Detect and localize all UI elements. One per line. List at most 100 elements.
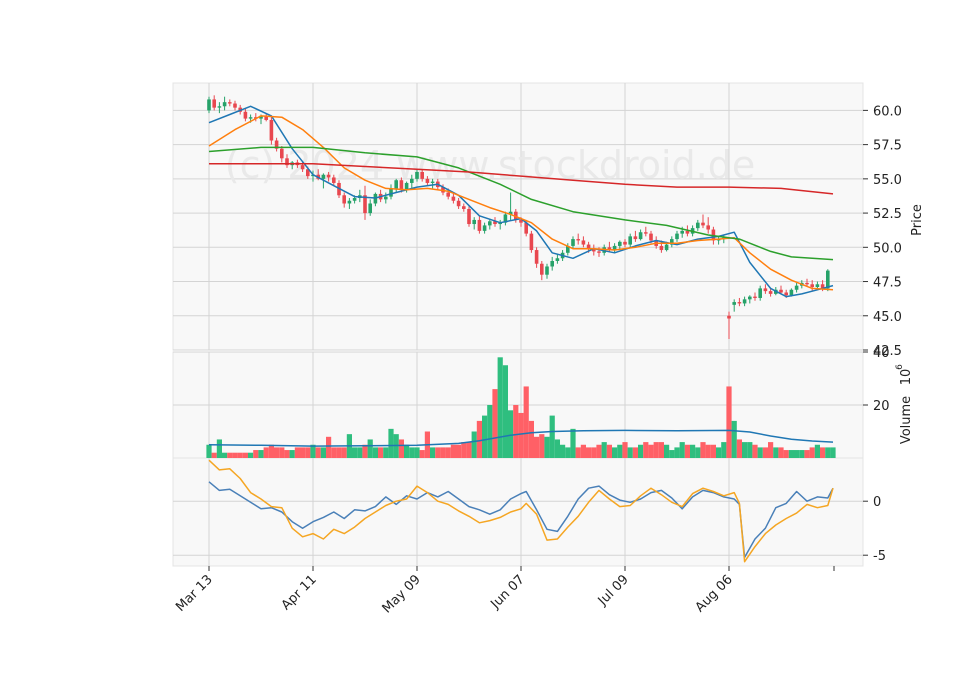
candle-body — [748, 296, 752, 300]
candle-body — [618, 241, 622, 246]
volume-bar — [809, 447, 815, 458]
volume-bar — [206, 444, 212, 458]
volume-bar — [539, 434, 545, 458]
candle-body — [638, 232, 643, 240]
volume-bar — [232, 452, 238, 458]
x-tick-label: Mar 13 — [173, 572, 216, 615]
candle-body — [472, 219, 476, 225]
volume-bar — [742, 442, 748, 458]
candle-body — [664, 244, 669, 251]
volume-bar — [357, 447, 363, 458]
volume-bar — [320, 447, 326, 458]
volume-bar — [372, 447, 378, 458]
candle-body — [384, 196, 388, 200]
candle-body — [659, 245, 664, 251]
volume-bar — [450, 444, 456, 458]
candle — [529, 230, 534, 253]
volume-bar — [216, 439, 222, 458]
volume-bar — [788, 450, 794, 458]
volume-bar — [383, 447, 389, 458]
volume-bar — [248, 452, 254, 458]
volume-bar — [518, 412, 524, 458]
volume-bar — [362, 444, 368, 458]
candle-body — [415, 172, 419, 179]
volume-bar — [664, 444, 670, 458]
volume-bar — [622, 442, 628, 458]
candle-body — [529, 233, 534, 251]
candle-body — [217, 106, 222, 108]
candle-body — [425, 178, 430, 183]
candle-body — [545, 266, 549, 275]
candle-body — [243, 111, 248, 119]
volume-bar — [690, 444, 696, 458]
volume-bar — [705, 444, 711, 458]
candle-body — [248, 117, 253, 119]
volume-bar — [601, 442, 607, 458]
volume-bar — [580, 444, 586, 458]
chart-canvas: (c) 2024 www.stockdroid.de Mar 13 Apr 11 M… — [172, 82, 925, 616]
volume-bar — [674, 447, 680, 458]
candle-body — [555, 258, 560, 261]
volume-bar — [814, 444, 820, 458]
volume-bar — [627, 447, 633, 458]
volume-bar — [352, 447, 358, 458]
volume-bar — [612, 447, 618, 458]
candle-body — [207, 99, 211, 111]
oscillator-panel-background — [172, 457, 864, 567]
candle-body — [685, 230, 690, 234]
volume-bar — [830, 447, 836, 458]
volume-bar — [294, 447, 300, 458]
volume-bar — [284, 450, 290, 458]
oscillator-y-tick-label: 0 — [873, 495, 881, 510]
candle-body — [446, 192, 450, 197]
volume-bar — [326, 436, 332, 458]
x-tick-label: Apr 11 — [279, 572, 320, 613]
candle — [467, 206, 471, 227]
volume-bar — [799, 450, 805, 458]
volume-bar — [762, 447, 768, 458]
volume-bar — [716, 447, 722, 458]
candle-body — [300, 165, 305, 170]
volume-bar — [757, 447, 763, 458]
candle-body — [451, 196, 456, 201]
volume-bar — [367, 439, 373, 458]
volume-bar — [211, 452, 217, 458]
x-tick-label: May 09 — [380, 572, 424, 616]
volume-bar — [565, 447, 571, 458]
volume-bar — [804, 450, 810, 458]
candle-body — [550, 261, 554, 267]
candle-body — [649, 233, 653, 241]
volume-bar — [315, 447, 321, 458]
candle-body — [644, 232, 648, 234]
volume-bar — [222, 452, 228, 458]
price-y-tick-label: 50.0 — [873, 241, 902, 256]
volume-bar — [289, 450, 295, 458]
volume-bar — [560, 444, 566, 458]
candle-body — [456, 200, 461, 207]
candle-body — [763, 288, 768, 292]
volume-bar — [378, 447, 384, 458]
price-y-tick-label: 47.5 — [873, 276, 902, 291]
volume-bar — [825, 447, 831, 458]
candle-body — [826, 270, 830, 289]
volume-bar — [409, 447, 415, 458]
volume-bar — [279, 447, 285, 458]
candle-body — [779, 289, 783, 293]
volume-bar — [242, 452, 248, 458]
volume-y-tick-label: 40 — [873, 346, 890, 361]
volume-bar — [591, 447, 597, 458]
volume-bar — [653, 442, 659, 458]
price-y-tick-label: 52.5 — [873, 207, 902, 222]
candle-body — [784, 292, 788, 296]
candle-body — [332, 177, 336, 183]
volume-bar — [534, 436, 540, 458]
volume-bar — [502, 365, 508, 458]
volume-bar — [388, 428, 394, 458]
volume-bar — [794, 450, 800, 458]
x-tick-label: Jul 09 — [595, 572, 632, 609]
volume-bar — [253, 450, 259, 458]
candle-body — [467, 208, 471, 225]
volume-bar — [263, 447, 269, 458]
candle-body — [410, 178, 414, 183]
candle-body — [280, 148, 284, 159]
